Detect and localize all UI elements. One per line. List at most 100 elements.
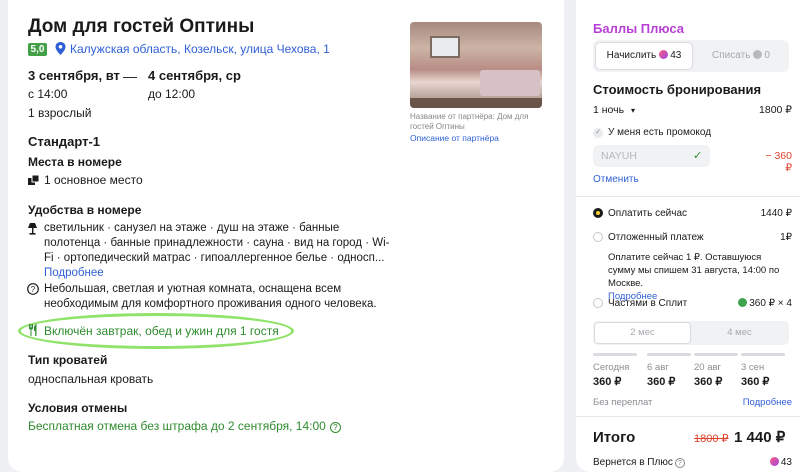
amenities-more-link[interactable]: Подробнее bbox=[44, 267, 104, 279]
room-details-card: Дом для гостей Оптины 5,0 Калужская обла… bbox=[8, 0, 564, 472]
cancel-promo-link[interactable]: Отменить bbox=[593, 174, 639, 185]
accrue-label: Начислить bbox=[606, 50, 657, 61]
plus-coin-icon bbox=[769, 457, 779, 466]
promo-code-field[interactable]: NAYUH ✓ bbox=[593, 145, 710, 167]
nights-price: 1800 ₽ bbox=[759, 104, 792, 116]
booking-cost-heading: Стоимость бронирования bbox=[593, 82, 762, 97]
total-label: Итого bbox=[593, 429, 636, 446]
promo-code-value: NAYUH bbox=[601, 150, 637, 162]
schedule-bar bbox=[593, 353, 637, 356]
cancel-info-icon[interactable]: ? bbox=[329, 422, 341, 433]
total-old-price: 1800 ₽ bbox=[694, 433, 729, 445]
spend-points-tab[interactable]: Списать 0 bbox=[693, 42, 789, 70]
deferred-payment-info: Оплатите сейчас 1 ₽. Оставшуюся сумму мы… bbox=[608, 251, 788, 303]
schedule-bar bbox=[694, 353, 738, 356]
pay-now-label: Оплатить сейчас bbox=[608, 208, 688, 219]
cashback-info-icon[interactable]: ? bbox=[674, 458, 685, 468]
photo-window bbox=[430, 36, 460, 58]
room-name: Стандарт-1 bbox=[28, 134, 101, 149]
schedule-date: Сегодня bbox=[593, 362, 630, 373]
schedule-date: 6 авг bbox=[647, 362, 669, 373]
schedule-date: 3 сен bbox=[741, 362, 765, 373]
question-icon: ? bbox=[27, 283, 39, 295]
cancel-policy: Бесплатная отмена без штрафа до 2 сентяб… bbox=[28, 419, 341, 433]
schedule-item: 20 авг 360 ₽ bbox=[694, 353, 738, 388]
svg-text:?: ? bbox=[31, 285, 36, 294]
schedule-bar bbox=[741, 353, 785, 356]
promo-label: У меня есть промокод bbox=[608, 127, 712, 138]
split-more-link[interactable]: Подробнее bbox=[716, 397, 792, 408]
cashback-row: Вернется в Плюс? bbox=[593, 457, 685, 468]
split-payment-radio[interactable] bbox=[593, 298, 603, 308]
spend-label: Списать bbox=[712, 50, 751, 61]
checkin-date: 3 сентября, вт bbox=[28, 68, 120, 83]
deferred-info-text: Оплатите сейчас 1 ₽. Оставшуюся сумму мы… bbox=[608, 252, 780, 289]
cancel-policy-text: Бесплатная отмена без штрафа до 2 сентяб… bbox=[28, 419, 326, 433]
split-payment-price: 360 ₽ × 4 bbox=[716, 298, 792, 309]
photo-bed bbox=[480, 70, 540, 96]
chevron-down-icon: ▾ bbox=[631, 106, 636, 115]
amenities-heading: Удобства в номере bbox=[28, 203, 142, 217]
checkin-time: с 14:00 bbox=[28, 87, 68, 101]
booking-summary-card: Баллы Плюса Начислить 43 Списать 0 Стоимос… bbox=[576, 0, 800, 472]
plus-coin-icon bbox=[659, 50, 669, 59]
places-heading: Места в номере bbox=[28, 155, 122, 169]
split-payment-label: Частями в Сплит bbox=[608, 298, 688, 309]
deferred-payment-price: 1₽ bbox=[780, 232, 792, 243]
bed-places-icon bbox=[28, 175, 39, 185]
checkout-date: 4 сентября, ср bbox=[148, 68, 241, 83]
no-overpay-text: Без переплат bbox=[593, 397, 653, 408]
schedule-amount: 360 ₽ bbox=[647, 376, 676, 388]
lamp-icon bbox=[28, 223, 37, 235]
accrue-points-tab[interactable]: Начислить 43 bbox=[595, 42, 693, 70]
schedule-item: 6 авг 360 ₽ bbox=[647, 353, 691, 388]
schedule-amount: 360 ₽ bbox=[593, 376, 622, 388]
nights-selector[interactable]: 1 ночь ▾ bbox=[593, 104, 635, 116]
room-description: Небольшая, светлая и уютная комната, осн… bbox=[44, 283, 377, 310]
split-leaf-icon bbox=[738, 298, 748, 307]
guests-count: 1 взрослый bbox=[28, 106, 92, 120]
location-pin-icon bbox=[55, 42, 66, 55]
cashback-label: Вернется в Плюс bbox=[593, 457, 673, 468]
promo-check-icon[interactable]: ✓ bbox=[593, 128, 603, 138]
plus-points-toggle: Начислить 43 Списать 0 bbox=[593, 40, 789, 72]
split-price-value: 360 ₽ × 4 bbox=[749, 298, 792, 309]
pay-now-price: 1440 ₽ bbox=[760, 208, 792, 219]
room-photo[interactable] bbox=[410, 22, 542, 108]
schedule-date: 20 авг bbox=[694, 362, 722, 373]
cashback-value-row: 43 bbox=[746, 457, 792, 468]
split-tab-2-months[interactable]: 2 мес bbox=[594, 322, 691, 344]
schedule-bar bbox=[647, 353, 691, 356]
schedule-amount: 360 ₽ bbox=[741, 376, 770, 388]
plus-coin-grey-icon bbox=[753, 50, 763, 59]
promo-discount: − 360 ₽ bbox=[765, 150, 792, 174]
hotel-title: Дом для гостей Оптины bbox=[28, 16, 255, 37]
rating-badge: 5,0 bbox=[28, 43, 47, 56]
places-value: 1 основное место bbox=[44, 173, 143, 187]
schedule-item: 3 сен 360 ₽ bbox=[741, 353, 785, 388]
spend-value: 0 bbox=[764, 50, 770, 61]
partner-description-link[interactable]: Описание от партнёра bbox=[410, 133, 499, 143]
accrue-value: 43 bbox=[670, 50, 682, 61]
plus-points-title: Баллы Плюса bbox=[593, 21, 684, 36]
split-term-toggle: 2 мес 4 мес bbox=[593, 321, 789, 345]
bed-type-heading: Тип кроватей bbox=[28, 353, 108, 367]
amenities-list: светильник · санузел на этаже · душ на э… bbox=[44, 221, 394, 281]
promo-valid-check-icon: ✓ bbox=[693, 150, 703, 162]
meals-included: Включён завтрак, обед и ужин для 1 гостя bbox=[44, 324, 279, 338]
cashback-value: 43 bbox=[780, 457, 792, 468]
divider bbox=[576, 196, 800, 197]
date-separator: — bbox=[123, 68, 137, 84]
total-new-price: 1 440 ₽ bbox=[734, 429, 786, 446]
pay-now-radio[interactable] bbox=[593, 208, 603, 218]
photo-floor bbox=[410, 98, 542, 108]
hotel-address-link[interactable]: Калужская область, Козельск, улица Чехов… bbox=[70, 42, 330, 56]
deferred-payment-label: Отложенный платеж bbox=[608, 232, 704, 243]
amenities-text: светильник · санузел на этаже · душ на э… bbox=[44, 222, 390, 264]
photo-caption: Название от партнёра: Дом для гостей Опт… bbox=[410, 112, 529, 131]
cancel-policy-heading: Условия отмены bbox=[28, 401, 128, 415]
deferred-payment-radio[interactable] bbox=[593, 232, 603, 242]
bed-type-value: односпальная кровать bbox=[28, 372, 154, 386]
split-tab-4-months[interactable]: 4 мес bbox=[691, 322, 788, 344]
schedule-item: Сегодня 360 ₽ bbox=[593, 353, 637, 388]
